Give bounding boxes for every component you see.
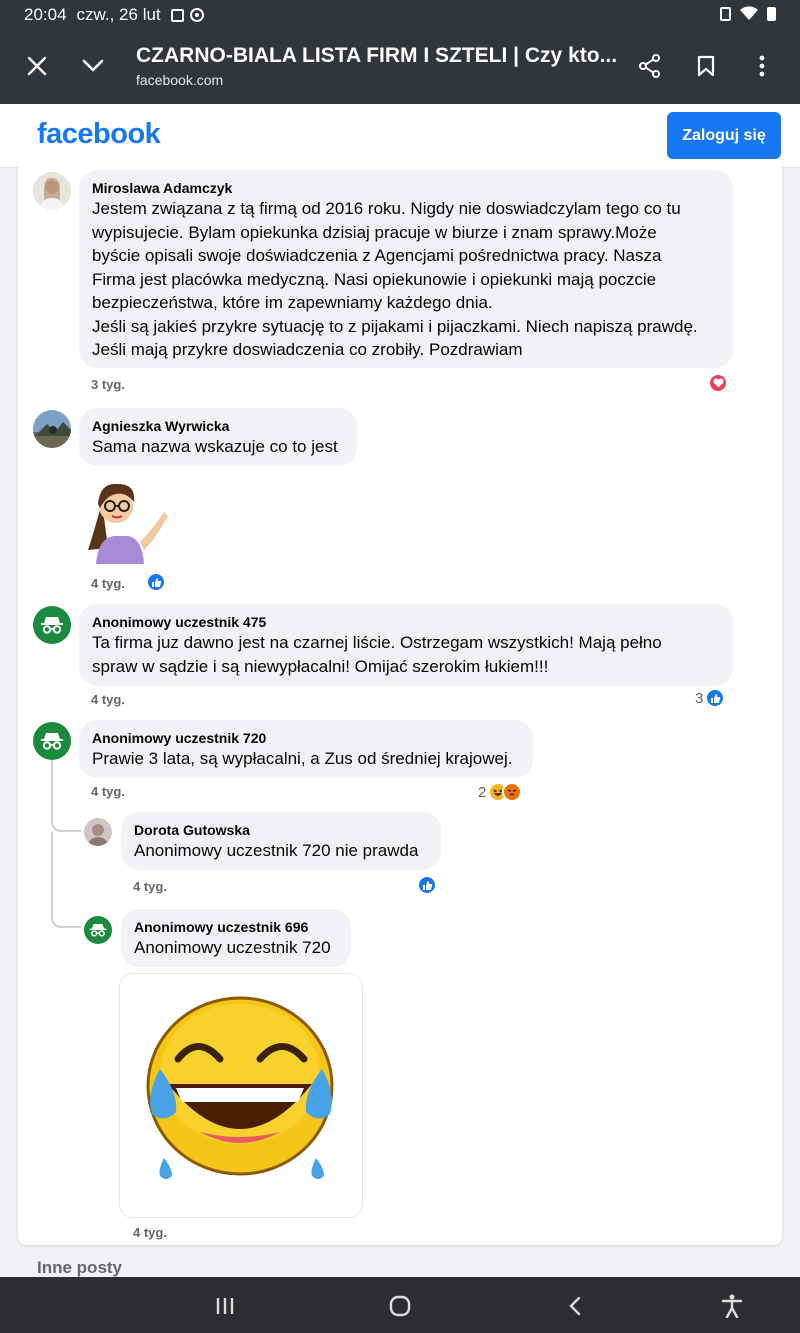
accessibility-icon bbox=[721, 1294, 743, 1318]
accessibility-button[interactable] bbox=[717, 1291, 747, 1321]
page-title: CZARNO-BIALA LISTA FIRM I SZTELI | Czy k… bbox=[136, 44, 618, 67]
reply-author[interactable]: Anonimowy uczestnik 696 bbox=[134, 918, 339, 936]
comment-bubble: Miroslawa Adamczyk Jestem związana z tą … bbox=[79, 170, 733, 368]
comment-bubble: Agnieszka Wyrwicka Sama nazwa wskazuje c… bbox=[79, 408, 357, 466]
status-bar: 20:04 czw., 26 lut bbox=[24, 5, 204, 25]
close-icon bbox=[27, 56, 47, 76]
reply-bubble: Anonimowy uczestnik 696 Anonimowy uczest… bbox=[121, 909, 351, 967]
other-posts-heading: Inne posty bbox=[37, 1258, 123, 1277]
reaction-summary[interactable]: 2 bbox=[478, 782, 523, 802]
facebook-logo[interactable]: facebook bbox=[37, 118, 161, 151]
wifi-icon bbox=[740, 6, 758, 21]
share-icon bbox=[639, 54, 660, 78]
more-options-button[interactable] bbox=[744, 48, 780, 84]
status-date: czw., 26 lut bbox=[76, 5, 161, 24]
reply-author[interactable]: Dorota Gutowska bbox=[134, 821, 429, 839]
reply-text: Anonimowy uczestnik 720 nie prawda bbox=[134, 841, 419, 860]
status-icons bbox=[720, 6, 776, 21]
chevron-down-icon bbox=[82, 59, 104, 72]
page-url: facebook.com bbox=[136, 72, 224, 88]
system-nav-bar bbox=[0, 1277, 800, 1333]
status-time: 20:04 bbox=[24, 5, 67, 24]
app-notification-icon bbox=[189, 8, 204, 22]
reaction-summary[interactable] bbox=[708, 373, 728, 393]
more-vert-icon bbox=[759, 55, 765, 77]
reaction-summary[interactable] bbox=[146, 572, 166, 592]
woman-shrug-sticker bbox=[80, 472, 170, 564]
avatar[interactable] bbox=[84, 818, 112, 846]
comment-text: Sama nazwa wskazuje co to jest bbox=[92, 437, 338, 456]
bookmark-icon bbox=[697, 55, 715, 77]
reply-text: Anonimowy uczestnik 720 bbox=[134, 938, 331, 957]
close-button[interactable] bbox=[19, 48, 55, 84]
reaction-summary[interactable] bbox=[417, 875, 437, 895]
avatar[interactable] bbox=[33, 172, 71, 210]
comment-bubble: Anonimowy uczestnik 720 Prawie 3 lata, s… bbox=[79, 720, 533, 778]
reply-bubble: Dorota Gutowska Anonimowy uczestnik 720 … bbox=[121, 812, 441, 870]
back-button[interactable] bbox=[560, 1291, 590, 1321]
collapse-button[interactable] bbox=[75, 48, 111, 84]
comment-time[interactable]: 4 tyg. bbox=[91, 692, 125, 707]
recents-button[interactable] bbox=[210, 1291, 240, 1321]
comment-text: Prawie 3 lata, są wypłacalni, a Zus od ś… bbox=[92, 749, 513, 768]
comment-author[interactable]: Agnieszka Wyrwicka bbox=[92, 417, 345, 435]
share-button[interactable] bbox=[632, 48, 668, 84]
facebook-header: facebook Zaloguj się bbox=[0, 104, 800, 168]
comment-text: Ta firma juz dawno jest na czarnej liści… bbox=[92, 633, 662, 676]
anonymous-avatar[interactable] bbox=[33, 606, 71, 644]
browser-chrome: 20:04 czw., 26 lut CZARNO-BIALA LISTA FI… bbox=[0, 0, 800, 104]
comment-author[interactable]: Anonimowy uczestnik 475 bbox=[92, 613, 721, 631]
home-button[interactable] bbox=[385, 1291, 415, 1321]
comment-text: Jestem związana z tą firmą od 2016 roku.… bbox=[92, 199, 698, 359]
comment-author[interactable]: Anonimowy uczestnik 720 bbox=[92, 729, 521, 747]
laughing-tears-emoji-sticker bbox=[119, 973, 363, 1218]
home-icon bbox=[389, 1295, 411, 1317]
comment-author[interactable]: Miroslawa Adamczyk bbox=[92, 179, 721, 197]
love-icon bbox=[708, 373, 728, 393]
like-icon bbox=[146, 572, 166, 592]
thread-connector bbox=[51, 900, 81, 928]
sim-icon bbox=[720, 6, 731, 21]
angry-icon bbox=[502, 782, 523, 802]
comment-time[interactable]: 4 tyg. bbox=[91, 784, 125, 799]
anonymous-avatar[interactable] bbox=[33, 722, 71, 760]
reply-time[interactable]: 4 tyg. bbox=[133, 1225, 167, 1240]
incognito-icon bbox=[41, 733, 63, 750]
login-button[interactable]: Zaloguj się bbox=[667, 112, 781, 159]
anonymous-avatar[interactable] bbox=[84, 916, 112, 944]
recents-icon bbox=[216, 1298, 234, 1314]
thread-connector bbox=[51, 800, 81, 832]
back-icon bbox=[569, 1296, 581, 1316]
incognito-icon bbox=[41, 617, 63, 634]
gallery-notification-icon bbox=[170, 8, 184, 22]
reaction-count: 2 bbox=[478, 783, 487, 801]
reaction-count: 3 bbox=[695, 689, 704, 707]
like-icon bbox=[705, 688, 726, 708]
reply-time[interactable]: 4 tyg. bbox=[133, 879, 167, 894]
bookmark-button[interactable] bbox=[688, 48, 724, 84]
comments-card: Miroslawa Adamczyk Jestem związana z tą … bbox=[18, 160, 782, 1245]
battery-icon bbox=[767, 6, 776, 21]
like-icon bbox=[417, 875, 437, 895]
incognito-icon bbox=[89, 924, 107, 937]
comment-time[interactable]: 4 tyg. bbox=[91, 576, 125, 591]
comment-time[interactable]: 3 tyg. bbox=[91, 377, 125, 392]
comment-bubble: Anonimowy uczestnik 475 Ta firma juz daw… bbox=[79, 604, 733, 686]
reaction-summary[interactable]: 3 bbox=[695, 688, 726, 708]
avatar[interactable] bbox=[33, 410, 71, 448]
